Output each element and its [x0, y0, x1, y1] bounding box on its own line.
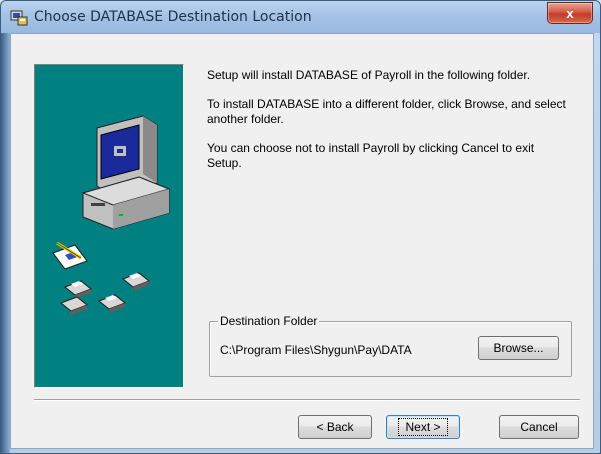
close-button[interactable]: x [547, 2, 593, 24]
button-divider [34, 399, 580, 401]
browse-button-label: Browse... [493, 341, 544, 355]
change-folder-message: To install DATABASE into a different fol… [207, 97, 566, 126]
title-bar[interactable]: Choose DATABASE Destination Location x [1, 1, 600, 33]
cancel-button[interactable]: Cancel [499, 415, 579, 439]
window-title: Choose DATABASE Destination Location [34, 9, 312, 25]
setup-window: Choose DATABASE Destination Location x S… [0, 0, 601, 454]
dialog-client-area: Setup will install DATABASE of Payroll i… [10, 33, 594, 449]
computer-with-disks-illustration [34, 64, 184, 388]
setup-icon [10, 8, 28, 26]
browse-button[interactable]: Browse... [478, 336, 559, 360]
destination-path: C:\Program Files\Shygun\Pay\DATA [220, 343, 412, 357]
back-button[interactable]: < Back [298, 415, 372, 439]
window-frame-edge [1, 33, 10, 453]
destination-folder-label: Destination Folder [218, 314, 320, 328]
next-button[interactable]: Next > [386, 415, 460, 439]
next-button-label: Next > [398, 418, 448, 436]
cancel-info-message: You can choose not to install Payroll by… [207, 141, 535, 170]
back-button-label: < Back [316, 420, 354, 434]
destination-folder-group: Destination Folder C:\Program Files\Shyg… [209, 314, 572, 377]
cancel-button-label: Cancel [520, 420, 558, 434]
install-location-message: Setup will install DATABASE of Payroll i… [207, 68, 531, 82]
close-icon: x [566, 5, 574, 21]
